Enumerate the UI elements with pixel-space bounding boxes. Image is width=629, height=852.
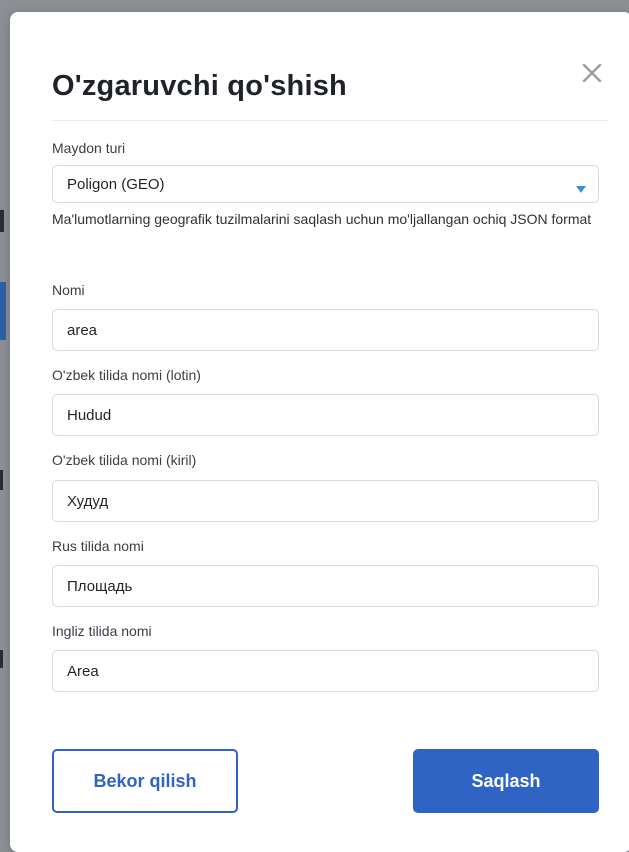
field-type-select[interactable]: Poligon (GEO) [52,165,599,203]
name-uz-cyrillic-value: Худуд [67,492,109,510]
name-uz-cyrillic-label: O'zbek tilida nomi (kiril) [52,452,197,468]
title-divider [52,120,608,121]
name-uz-latin-input[interactable]: Hudud [52,394,599,436]
background-edge [0,650,3,668]
dialog-title: O'zgaruvchi qo'shish [52,70,347,102]
name-uz-latin-label: O'zbek tilida nomi (lotin) [52,367,201,383]
name-uz-cyrillic-input[interactable]: Худуд [52,480,599,522]
field-type-value: Poligon (GEO) [67,175,165,193]
name-uz-latin-value: Hudud [67,406,112,424]
add-variable-dialog: O'zgaruvchi qo'shish Maydon turi Poligon… [10,12,629,852]
name-ru-input[interactable]: Площадь [52,565,599,607]
cancel-button[interactable]: Bekor qilish [52,749,238,813]
close-icon[interactable] [578,59,608,89]
name-en-label: Ingliz tilida nomi [52,623,152,639]
background-edge [0,470,3,490]
name-label: Nomi [52,282,85,298]
name-input[interactable]: area [52,309,599,351]
name-en-input[interactable]: Area [52,650,599,692]
name-ru-label: Rus tilida nomi [52,538,144,554]
caret-down-icon [576,181,586,198]
background-edge [0,282,6,340]
field-type-label: Maydon turi [52,140,126,156]
name-en-value: Area [67,662,99,680]
name-value: area [67,321,98,339]
save-button[interactable]: Saqlash [413,749,599,813]
background-edge [0,210,4,232]
field-type-help-text: Ma'lumotlarning geografik tuzilmalarini … [52,211,592,227]
name-ru-value: Площадь [67,577,133,595]
